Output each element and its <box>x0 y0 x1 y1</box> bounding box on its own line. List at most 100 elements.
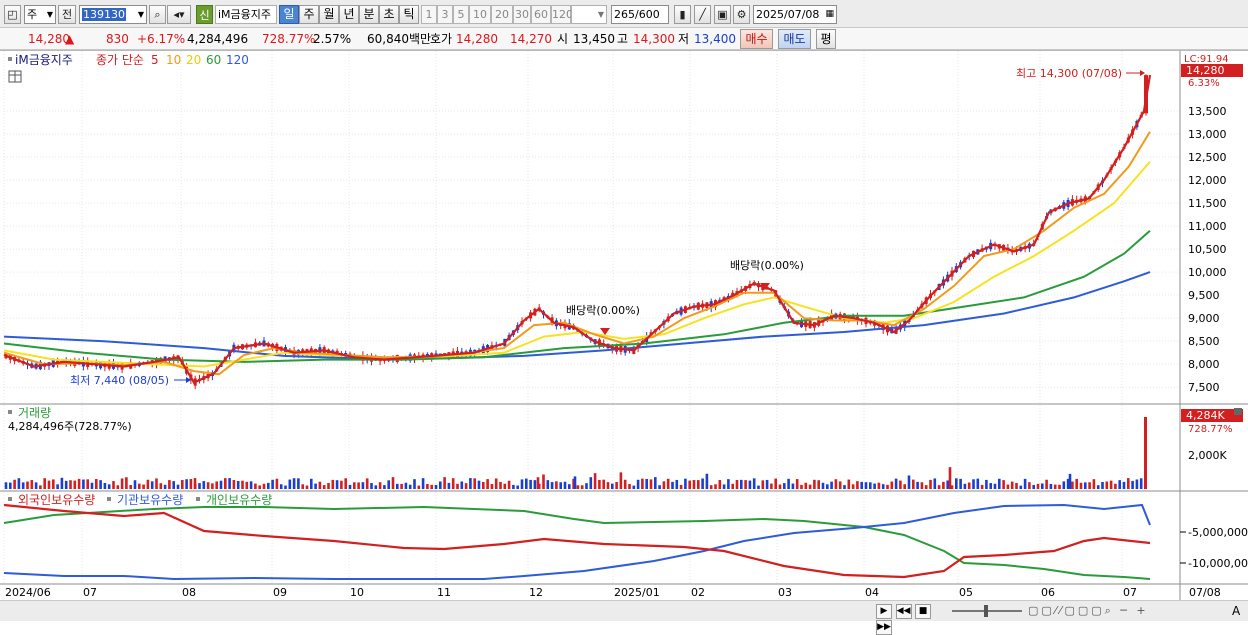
minute-20-button[interactable]: 20 <box>491 5 513 24</box>
volume-bar <box>340 480 343 489</box>
volume-bar <box>318 481 322 489</box>
minute-5-button[interactable]: 5 <box>453 5 469 24</box>
y-tick-label: 12,500 <box>1188 151 1227 164</box>
stock-code-input[interactable]: 139130 ▼ <box>79 5 147 24</box>
volume-bar <box>469 478 472 489</box>
volume-bar <box>847 479 851 489</box>
window-icon[interactable]: ◰ <box>4 5 21 24</box>
legend-ma-20: 20 <box>186 53 201 67</box>
y-tick-label: 13,500 <box>1188 105 1227 118</box>
volume-bar <box>142 484 145 489</box>
minute-3-button[interactable]: 3 <box>437 5 453 24</box>
volume-bar <box>718 480 722 489</box>
volume-bar <box>288 479 292 489</box>
legend-square-icon <box>196 497 200 501</box>
volume-bar <box>254 483 257 489</box>
custom-period-select[interactable]: ▼ <box>571 5 607 24</box>
volume-bar <box>138 483 141 489</box>
font-size-icon[interactable]: A <box>1232 604 1240 618</box>
forward-icon[interactable]: ▶▶ <box>876 620 892 635</box>
count-input[interactable]: 265/600 <box>611 5 669 24</box>
period-second-button[interactable]: 초 <box>379 5 399 24</box>
chart-area[interactable]: 7,500 8,000 8,500 9,000 9,500 10,000 10,500 11,… <box>0 50 1248 601</box>
minute-10-button[interactable]: 10 <box>469 5 491 24</box>
legend-stock-name: iM금융지주 <box>15 53 73 67</box>
volume-bar <box>1122 481 1126 489</box>
period-tick-button[interactable]: 틱 <box>399 5 419 24</box>
x-tick-label: 07 <box>83 586 97 599</box>
stop-icon[interactable]: ■ <box>915 604 931 619</box>
legend-ma-prefix: 종가 단순 <box>96 53 144 67</box>
minute-1-button[interactable]: 1 <box>421 5 437 24</box>
draw-tool-icon[interactable]: ╱ <box>694 5 711 24</box>
sell-button[interactable]: 매도 <box>778 29 811 49</box>
prev-button[interactable]: 전 <box>58 5 76 24</box>
low-label: 저 <box>678 32 690 46</box>
volume-bar <box>258 485 261 489</box>
volume-bar <box>357 482 360 489</box>
volume-bar <box>894 478 898 489</box>
candle-icon[interactable]: ▮ <box>674 5 691 24</box>
rewind-icon[interactable]: ◀◀ <box>895 604 912 619</box>
volume-bar <box>21 482 25 489</box>
legend-square-icon <box>8 57 12 61</box>
legend-square-icon <box>8 410 12 414</box>
volume-bar <box>1084 482 1087 489</box>
period-week-button[interactable]: 주 <box>299 5 319 24</box>
eval-button[interactable]: 평 <box>816 29 836 49</box>
volume-bar <box>529 479 532 489</box>
volume-bar <box>671 481 674 489</box>
high-value: 14,300 <box>633 32 675 46</box>
date-input[interactable]: 2025/07/08 ▦ <box>753 5 837 24</box>
volume-value: 4,284,496주(728.77%) <box>8 420 132 433</box>
volume-bar <box>761 480 765 489</box>
volume-bar <box>378 482 382 489</box>
volume-bar <box>236 480 240 489</box>
minute-60-button[interactable]: 60 <box>531 5 551 24</box>
volume-bar <box>1062 481 1066 489</box>
speaker-icon[interactable]: ◂▾ <box>167 5 191 24</box>
period-kind-select[interactable]: 주 ▼ <box>24 5 56 24</box>
volume-bar <box>413 479 416 489</box>
volume-bar <box>800 484 803 489</box>
volume-bar <box>9 482 12 489</box>
volume-bar <box>451 478 455 489</box>
y-tick-label: 11,500 <box>1188 197 1227 210</box>
search-icon[interactable]: ⌕ <box>149 5 166 24</box>
volume-bar <box>873 483 876 489</box>
buy-button[interactable]: 매수 <box>740 29 773 49</box>
volume-bar <box>482 481 485 489</box>
period-minute-button[interactable]: 분 <box>359 5 379 24</box>
volume-bar <box>972 479 975 489</box>
gear-icon[interactable]: ⚙ <box>733 5 750 24</box>
volume-bar <box>249 481 253 489</box>
period-day-button[interactable]: 일 <box>279 5 299 24</box>
volume-bar <box>813 479 816 489</box>
scroll-right-icon[interactable]: ▶ <box>876 604 892 619</box>
volume-bar <box>701 478 704 489</box>
y-tick-label: 9,000 <box>1188 312 1220 325</box>
volume-bar <box>959 478 962 489</box>
volume-bar <box>112 481 115 489</box>
volume-bar <box>993 483 997 489</box>
holding-inst-label: 기관보유수량 <box>117 493 183 507</box>
period-year-button[interactable]: 년 <box>339 5 359 24</box>
period-month-button[interactable]: 월 <box>319 5 339 24</box>
open-value: 13,450 <box>573 32 615 46</box>
stock-name-field[interactable]: iM금융지주 <box>215 5 277 24</box>
x-tick-label: 06 <box>1041 586 1055 599</box>
volume-bar <box>387 480 390 489</box>
minute-30-button[interactable]: 30 <box>513 5 531 24</box>
tool-icons[interactable]: ▢▢⁄⁄▢▢▢⌕ ─ + <box>1028 604 1149 618</box>
volume-bar <box>301 484 304 489</box>
minute-120-button[interactable]: 120 <box>551 5 573 24</box>
volume-bar <box>279 484 283 489</box>
volume-ratio: 728.77% <box>262 32 316 46</box>
save-icon[interactable]: ▣ <box>714 5 731 24</box>
close-icon[interactable] <box>1234 408 1242 415</box>
volume-bar <box>550 482 554 489</box>
volume-bar <box>580 485 584 489</box>
scroll-bar[interactable]: ▶ ◀◀ ■ ▶▶ ▢▢⁄⁄▢▢▢⌕ ─ + A <box>0 600 1248 635</box>
zoom-slider-handle[interactable] <box>984 605 988 617</box>
y-tick-label: 8,000 <box>1188 358 1220 371</box>
